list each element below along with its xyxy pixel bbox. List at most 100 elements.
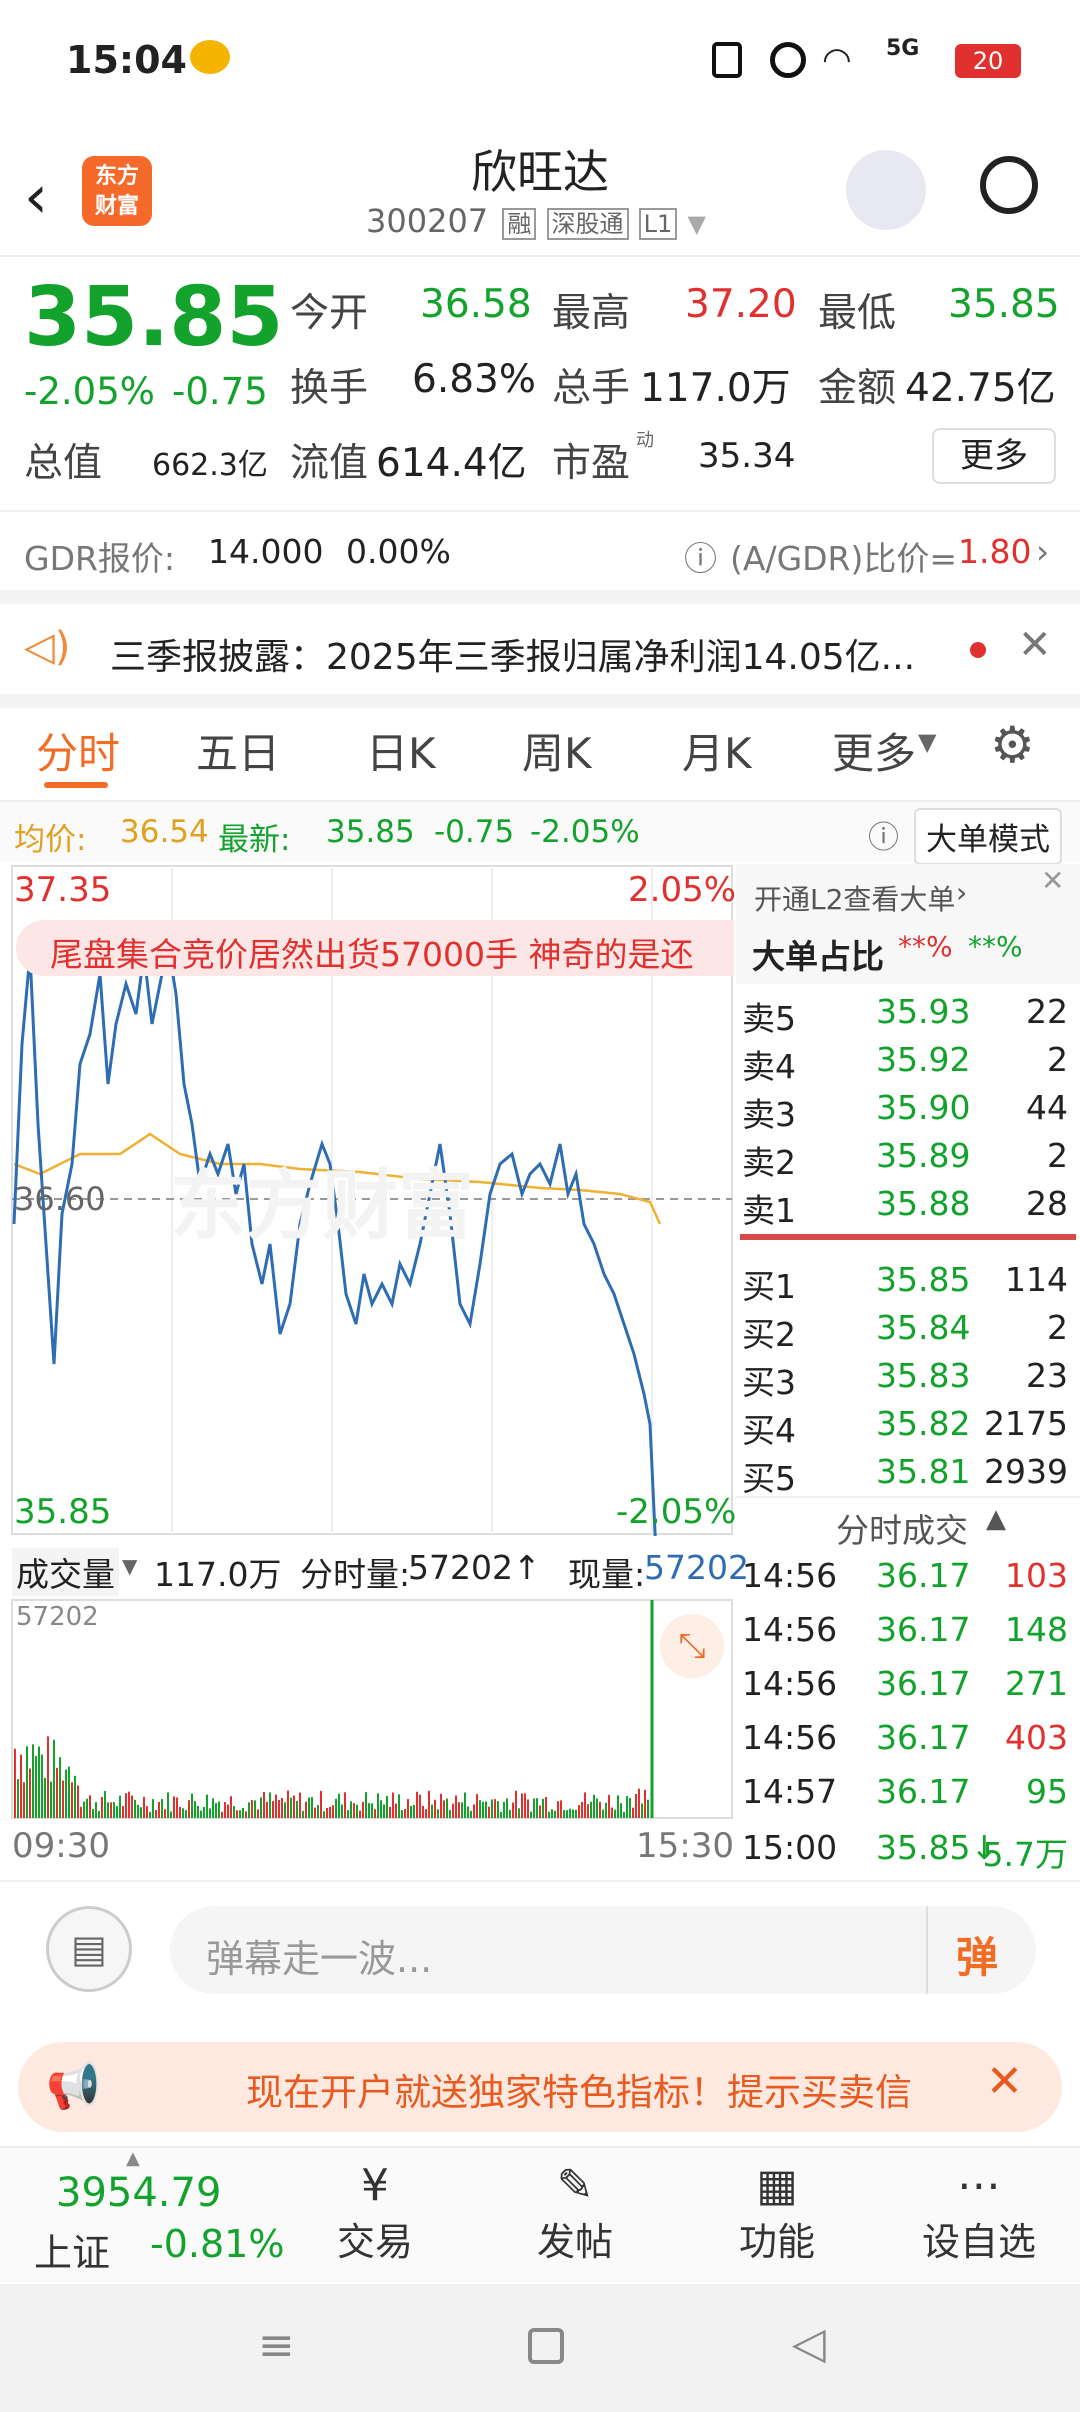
volume-bar xyxy=(437,1809,439,1818)
volume-bar xyxy=(632,1807,634,1818)
bid4-label: 买4 xyxy=(742,1411,796,1450)
robot-avatar[interactable] xyxy=(846,150,926,230)
chevron-down-icon: ▼ xyxy=(918,728,937,756)
volume-bar xyxy=(503,1801,505,1818)
big-ratio-sell: **% xyxy=(968,930,1023,963)
tab-5day[interactable]: 五日 xyxy=(196,720,280,781)
volume-bar xyxy=(644,1789,646,1818)
home-icon[interactable] xyxy=(528,2328,564,2364)
volume-bar xyxy=(83,1801,85,1818)
help-icon[interactable]: ⓘ xyxy=(684,532,717,580)
y-min-label: 35.85 xyxy=(14,1492,112,1532)
volume-bar xyxy=(125,1793,127,1818)
volume-bar xyxy=(497,1801,499,1818)
volume-bar xyxy=(338,1793,340,1818)
tick-vol: 5.7万 xyxy=(982,1835,1068,1874)
big-order-mode-button[interactable]: 大单模式 xyxy=(914,808,1062,865)
volume-header: 成交量 ▼ 117.0万 分时量: 57202↑ 现量: 57202 xyxy=(12,1540,749,1596)
intraday-chart[interactable]: 37.35 2.05% 36.60 35.85 -2.05% 东方财富 尾盘集合… xyxy=(0,864,736,1536)
volume-value: 117.0万 xyxy=(640,366,791,411)
volume-bar xyxy=(407,1799,409,1818)
notice-bar[interactable]: ◁) 三季报披露：2025年三季报归属净利润14.05亿... ✕ xyxy=(0,604,1080,694)
volume-bar xyxy=(560,1800,562,1818)
ticker-banner[interactable]: 尾盘集合竞价居然出货57000手 神奇的是还 xyxy=(16,920,734,976)
ask3-price: 35.90 xyxy=(876,1088,971,1127)
volume-selector[interactable]: 成交量 xyxy=(12,1548,119,1596)
volume-bar xyxy=(521,1793,523,1818)
status-time: 15:04 xyxy=(66,38,187,82)
volume-bar xyxy=(188,1800,190,1818)
pct-max-label: 2.05% xyxy=(628,870,737,910)
volume-bar xyxy=(380,1800,382,1818)
volume-bar xyxy=(638,1788,640,1818)
menu-icon[interactable]: ≡ xyxy=(258,2320,295,2371)
volume-bar xyxy=(287,1790,289,1818)
stock-code-row[interactable]: 300207 融 深股通 L1 ▼ xyxy=(366,202,706,240)
volume-chart[interactable]: 57202 ⤡ xyxy=(0,1598,736,1820)
danmu-input[interactable]: 弹幕走一波... 弹 xyxy=(170,1906,1036,1994)
chevron-down-icon: ▼ xyxy=(687,210,706,238)
functions-label: 功能 xyxy=(738,2220,815,2264)
volume-bar xyxy=(134,1799,136,1818)
danmu-send-button[interactable]: 弹 xyxy=(956,1924,998,1985)
trade-button[interactable]: ¥ 交易 xyxy=(320,2160,430,2266)
volume-bar xyxy=(293,1795,295,1818)
mcap-value: 662.3亿 xyxy=(152,448,268,483)
gdr-row[interactable]: GDR报价: 14.000 0.00% ⓘ (A/GDR)比价= 1.80 › xyxy=(0,512,1080,590)
volume-bar xyxy=(323,1811,325,1818)
volume-bar xyxy=(272,1801,274,1818)
volume-bar xyxy=(590,1801,592,1818)
volume-bar xyxy=(227,1804,229,1818)
volume-bar xyxy=(29,1768,31,1818)
search-icon[interactable] xyxy=(980,156,1038,214)
volume-bar xyxy=(527,1799,529,1818)
price-change: -0.75 xyxy=(172,370,268,413)
tab-daily-k[interactable]: 日K xyxy=(366,720,436,781)
post-button[interactable]: ✎ 发帖 xyxy=(520,2160,630,2266)
volume-bar xyxy=(440,1793,442,1818)
l2-link[interactable]: 开通L2查看大单 xyxy=(754,878,955,918)
volume-bar xyxy=(65,1769,67,1818)
close-icon[interactable]: ✕ xyxy=(1041,864,1064,897)
ticker-text: 尾盘集合竞价居然出货57000手 神奇的是还 xyxy=(50,935,694,974)
volume-bar xyxy=(203,1806,205,1818)
tab-more[interactable]: 更多 xyxy=(832,720,916,781)
ask2-vol: 2 xyxy=(1047,1136,1068,1175)
index-value[interactable]: 3954.79 xyxy=(56,2170,221,2216)
system-nav-bar: ≡ ◁ xyxy=(0,2284,1080,2412)
volume-bar xyxy=(23,1782,25,1818)
danmu-settings-icon[interactable]: ▤ xyxy=(46,1906,132,1992)
danmu-bar: ▤ 弹幕走一波... 弹 xyxy=(0,1882,1080,2020)
expand-icon[interactable]: ⤡ xyxy=(660,1614,724,1678)
more-button[interactable]: 更多 xyxy=(932,428,1056,484)
ask2-label: 卖2 xyxy=(742,1143,796,1182)
volume-bar xyxy=(254,1800,256,1818)
gdr-ratio: 1.80 xyxy=(958,532,1032,571)
functions-button[interactable]: ▦ 功能 xyxy=(722,2160,832,2266)
close-icon[interactable]: ✕ xyxy=(986,2056,1023,2107)
volume-bar xyxy=(116,1806,118,1818)
tab-monthly-k[interactable]: 月K xyxy=(682,720,752,781)
help-icon[interactable]: ⓘ xyxy=(868,812,899,857)
add-watchlist-button[interactable]: ⋯ 设自选 xyxy=(904,2160,1054,2266)
big-ratio-label: 大单占比 xyxy=(752,937,884,976)
tab-intraday[interactable]: 分时 xyxy=(36,720,120,781)
volume-bar xyxy=(122,1806,124,1818)
promo-banner[interactable]: 📢 现在开户就送独家特色指标！提示买卖信 ✕ xyxy=(18,2042,1062,2132)
open-label: 今开 xyxy=(290,291,369,336)
gear-icon[interactable]: ⚙ xyxy=(990,716,1035,774)
back-nav-icon[interactable]: ◁ xyxy=(792,2318,826,2369)
volume-bar xyxy=(584,1792,586,1818)
bid3-price: 35.83 xyxy=(876,1356,971,1395)
close-icon[interactable]: ✕ xyxy=(1018,622,1052,668)
ticks-title[interactable]: 分时成交 xyxy=(836,1504,968,1552)
ask3-label: 卖3 xyxy=(742,1095,796,1134)
ask4-label: 卖4 xyxy=(742,1047,796,1086)
volume-bar xyxy=(95,1802,97,1818)
tab-weekly-k[interactable]: 周K xyxy=(522,720,592,781)
volume-bar xyxy=(263,1792,265,1818)
volume-bar xyxy=(362,1801,364,1818)
notice-text: 三季报披露：2025年三季报归属净利润14.05亿... xyxy=(110,637,916,678)
volume-bar xyxy=(578,1805,580,1818)
volume-bar xyxy=(371,1803,373,1818)
